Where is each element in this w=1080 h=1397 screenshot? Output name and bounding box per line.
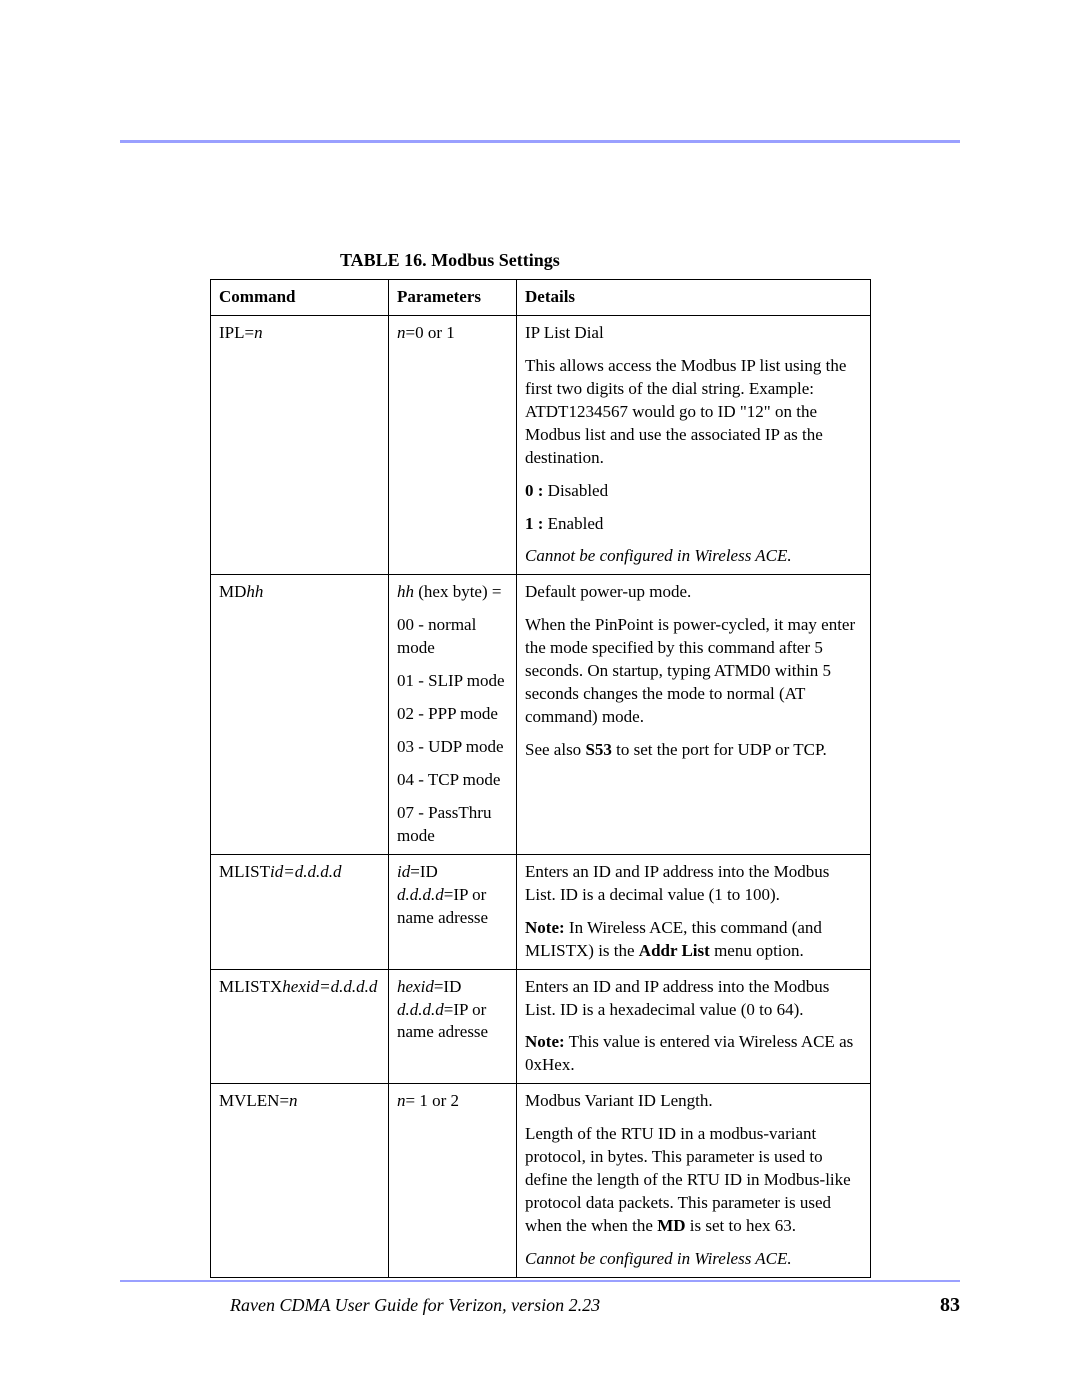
detail-line: IP List Dial	[525, 322, 862, 345]
text: is set to hex 63.	[686, 1216, 797, 1235]
text: to set the port for UDP or TCP.	[612, 740, 827, 759]
detail-line: Note: This value is entered via Wireless…	[525, 1031, 862, 1077]
bold: Note:	[525, 918, 565, 937]
cmd-var: hh	[246, 582, 263, 601]
param-line: 00 - normal mode	[397, 614, 508, 660]
text: Disabled	[543, 481, 608, 500]
param-var: d.d.d.d	[397, 885, 444, 904]
text: This value is entered via Wireless ACE a…	[525, 1032, 853, 1074]
cmd-var: id=d.d.d.d	[270, 862, 341, 881]
table-row: MLISTXhexid=d.d.d.d hexid=ID d.d.d.d=IP …	[211, 969, 871, 1084]
cell-parameters: hh (hex byte) = 00 - normal mode 01 - SL…	[389, 575, 517, 854]
param-text: =ID	[410, 862, 438, 881]
detail-note: Cannot be configured in Wireless ACE.	[525, 1248, 862, 1271]
page-footer: Raven CDMA User Guide for Verizon, versi…	[120, 1280, 960, 1317]
bold: 0 :	[525, 481, 543, 500]
table-header-row: Command Parameters Details	[211, 280, 871, 316]
param-line: 03 - UDP mode	[397, 736, 508, 759]
param-text: (hex byte) =	[414, 582, 501, 601]
param-line: hh (hex byte) =	[397, 581, 508, 604]
param-text: = 1 or 2	[406, 1091, 460, 1110]
table-number: TABLE 16.	[340, 250, 427, 270]
cell-details: IP List Dial This allows access the Modb…	[517, 315, 871, 574]
param-var: n	[397, 323, 406, 342]
cell-parameters: id=ID d.d.d.d=IP or name adresse	[389, 854, 517, 969]
bold: Note:	[525, 1032, 565, 1051]
cmd-var: n	[289, 1091, 298, 1110]
param-var: hexid	[397, 977, 434, 996]
text: menu option.	[710, 941, 804, 960]
cell-parameters: n= 1 or 2	[389, 1084, 517, 1278]
cmd-var: hexid=d.d.d.d	[282, 977, 377, 996]
param-line: 02 - PPP mode	[397, 703, 508, 726]
cmd-text: MVLEN=	[219, 1091, 289, 1110]
cell-details: Enters an ID and IP address into the Mod…	[517, 969, 871, 1084]
cell-command: MLISTXhexid=d.d.d.d	[211, 969, 389, 1084]
table-caption: TABLE 16. Modbus Settings	[340, 250, 960, 271]
table-title: Modbus Settings	[431, 250, 560, 270]
param-var: n	[397, 1091, 406, 1110]
bold: Addr List	[639, 941, 710, 960]
table-row: IPL=n n=0 or 1 IP List Dial This allows …	[211, 315, 871, 574]
detail-line: 0 : Disabled	[525, 480, 862, 503]
cmd-text: MLISTX	[219, 977, 282, 996]
footer-title: Raven CDMA User Guide for Verizon, versi…	[230, 1295, 600, 1316]
cmd-var: n	[254, 323, 263, 342]
header-rule	[120, 140, 960, 143]
param-text: =0 or 1	[406, 323, 455, 342]
col-command: Command	[211, 280, 389, 316]
cell-parameters: hexid=ID d.d.d.d=IP or name adresse	[389, 969, 517, 1084]
col-parameters: Parameters	[389, 280, 517, 316]
cell-details: Modbus Variant ID Length. Length of the …	[517, 1084, 871, 1278]
detail-line: Default power-up mode.	[525, 581, 862, 604]
table-row: MDhh hh (hex byte) = 00 - normal mode 01…	[211, 575, 871, 854]
cmd-text: MLIST	[219, 862, 270, 881]
param-var: d.d.d.d	[397, 1000, 444, 1019]
cell-command: IPL=n	[211, 315, 389, 574]
param-line: 07 - PassThru mode	[397, 802, 508, 848]
detail-line: 1 : Enabled	[525, 513, 862, 536]
page: TABLE 16. Modbus Settings Command Parame…	[0, 0, 1080, 1397]
detail-line: Note: In Wireless ACE, this command (and…	[525, 917, 862, 963]
bold: MD	[657, 1216, 685, 1235]
detail-line: Length of the RTU ID in a modbus-variant…	[525, 1123, 862, 1238]
detail-line: Enters an ID and IP address into the Mod…	[525, 976, 862, 1022]
table-row: MLISTid=d.d.d.d id=ID d.d.d.d=IP or name…	[211, 854, 871, 969]
param-text: =ID	[434, 977, 462, 996]
param-line: id=ID	[397, 861, 508, 884]
detail-line: This allows access the Modbus IP list us…	[525, 355, 862, 470]
param-var: id	[397, 862, 410, 881]
bold: S53	[585, 740, 611, 759]
param-line: 04 - TCP mode	[397, 769, 508, 792]
page-number: 83	[940, 1294, 960, 1317]
param-line: 01 - SLIP mode	[397, 670, 508, 693]
param-line: d.d.d.d=IP or name adresse	[397, 884, 508, 930]
cell-command: MLISTid=d.d.d.d	[211, 854, 389, 969]
param-line: d.d.d.d=IP or name adresse	[397, 999, 508, 1045]
detail-line: See also S53 to set the port for UDP or …	[525, 739, 862, 762]
detail-line: Modbus Variant ID Length.	[525, 1090, 862, 1113]
detail-note: Cannot be configured in Wireless ACE.	[525, 545, 862, 568]
modbus-settings-table: Command Parameters Details IPL=n n=0 or …	[210, 279, 871, 1278]
footer-rule	[120, 1280, 960, 1282]
cell-command: MDhh	[211, 575, 389, 854]
text: See also	[525, 740, 585, 759]
col-details: Details	[517, 280, 871, 316]
cell-command: MVLEN=n	[211, 1084, 389, 1278]
param-var: hh	[397, 582, 414, 601]
cell-details: Enters an ID and IP address into the Mod…	[517, 854, 871, 969]
table-row: MVLEN=n n= 1 or 2 Modbus Variant ID Leng…	[211, 1084, 871, 1278]
cell-details: Default power-up mode. When the PinPoint…	[517, 575, 871, 854]
detail-line: Enters an ID and IP address into the Mod…	[525, 861, 862, 907]
cmd-text: MD	[219, 582, 246, 601]
param-line: hexid=ID	[397, 976, 508, 999]
cell-parameters: n=0 or 1	[389, 315, 517, 574]
cmd-text: IPL=	[219, 323, 254, 342]
bold: 1 :	[525, 514, 543, 533]
detail-line: When the PinPoint is power-cycled, it ma…	[525, 614, 862, 729]
text: Enabled	[543, 514, 603, 533]
